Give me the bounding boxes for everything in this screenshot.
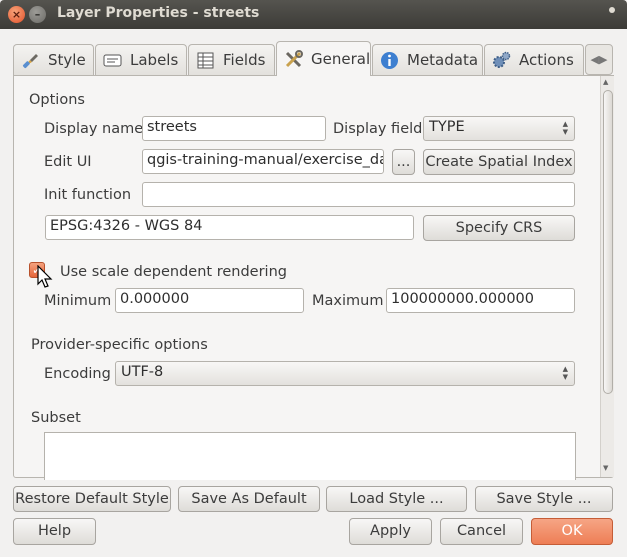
edit-ui-input[interactable]: qgis-training-manual/exercise_data	[142, 149, 384, 174]
specify-crs-button[interactable]: Specify CRS	[423, 215, 575, 241]
encoding-value: UTF-8	[121, 364, 164, 380]
tab-label: Metadata	[407, 51, 479, 69]
tab-label: Labels	[130, 51, 179, 69]
panel-scrollbar[interactable]: ▲ ▼	[600, 76, 614, 477]
display-field-label: Display field	[333, 121, 423, 137]
layer-properties-dialog: × – Layer Properties - streets Style Lab…	[0, 0, 627, 557]
scale-dependent-label: Use scale dependent rendering	[60, 264, 287, 280]
tab-label: Fields	[223, 51, 266, 69]
scroll-down-icon[interactable]: ▼	[603, 464, 608, 472]
subset-section-title: Subset	[31, 410, 81, 426]
minimum-scale-input[interactable]: 0.000000	[115, 288, 304, 313]
save-as-default-button[interactable]: Save As Default	[178, 486, 320, 512]
restore-default-style-button[interactable]: Restore Default Style	[13, 486, 171, 512]
maximum-scale-input[interactable]: 100000000.000000	[386, 288, 575, 313]
window-title: Layer Properties - streets	[57, 5, 260, 21]
updown-arrows-icon: ▲ ▼	[562, 120, 568, 136]
updown-arrows-icon: ▲ ▼	[562, 365, 568, 381]
tools-icon	[284, 49, 303, 69]
info-icon	[380, 51, 399, 70]
gears-icon	[492, 51, 511, 70]
init-function-input[interactable]	[142, 182, 575, 207]
init-function-label: Init function	[44, 187, 132, 203]
scroll-up-icon[interactable]: ▲	[603, 78, 608, 86]
encoding-select[interactable]: UTF-8 ▲ ▼	[115, 361, 575, 386]
help-button[interactable]: Help	[13, 518, 96, 545]
apply-button[interactable]: Apply	[349, 518, 432, 545]
load-style-button[interactable]: Load Style ...	[326, 486, 467, 512]
display-field-value: TYPE	[429, 119, 465, 135]
edit-ui-label: Edit UI	[44, 154, 92, 170]
cancel-button[interactable]: Cancel	[440, 518, 523, 545]
encoding-label: Encoding	[44, 366, 111, 382]
tab-label: Style	[48, 51, 86, 69]
options-section-title: Options	[29, 92, 85, 108]
minimize-icon[interactable]: –	[29, 6, 46, 23]
window-menu-icon[interactable]	[609, 7, 615, 13]
close-icon[interactable]: ×	[8, 6, 25, 23]
general-panel: Options Display name streets Display fie…	[13, 75, 614, 480]
maximum-label: Maximum	[312, 293, 384, 309]
scrollbar-thumb[interactable]	[603, 90, 613, 394]
display-name-input[interactable]: streets	[142, 116, 326, 141]
tab-metadata[interactable]: Metadata	[372, 44, 483, 75]
tab-general[interactable]: General	[276, 41, 371, 76]
tab-actions[interactable]: Actions	[484, 44, 584, 75]
title-bar: × – Layer Properties - streets	[0, 0, 627, 29]
mouse-cursor-icon	[37, 265, 53, 288]
tab-bar: Style Labels Fields General Metadata Act…	[13, 41, 613, 76]
save-style-button[interactable]: Save Style ...	[475, 486, 613, 512]
subset-query-box[interactable]	[44, 432, 576, 480]
table-icon	[196, 51, 215, 70]
display-name-label: Display name	[44, 121, 144, 137]
tab-labels[interactable]: Labels	[95, 44, 187, 75]
brush-icon	[21, 51, 40, 70]
crs-input[interactable]: EPSG:4326 - WGS 84	[45, 215, 414, 240]
tab-fields[interactable]: Fields	[188, 44, 275, 75]
tab-label: Actions	[519, 51, 574, 69]
create-spatial-index-button[interactable]: Create Spatial Index	[423, 149, 575, 175]
label-icon	[103, 51, 122, 70]
tab-scroll-arrows-icon[interactable]: ◀▶	[585, 44, 613, 75]
tab-label: General	[311, 50, 371, 68]
browse-button[interactable]: ...	[392, 149, 415, 175]
tab-style[interactable]: Style	[13, 44, 94, 75]
ok-button[interactable]: OK	[531, 518, 613, 545]
minimum-label: Minimum	[44, 293, 112, 309]
provider-section-title: Provider-specific options	[31, 337, 208, 353]
display-field-select[interactable]: TYPE ▲ ▼	[423, 116, 575, 141]
